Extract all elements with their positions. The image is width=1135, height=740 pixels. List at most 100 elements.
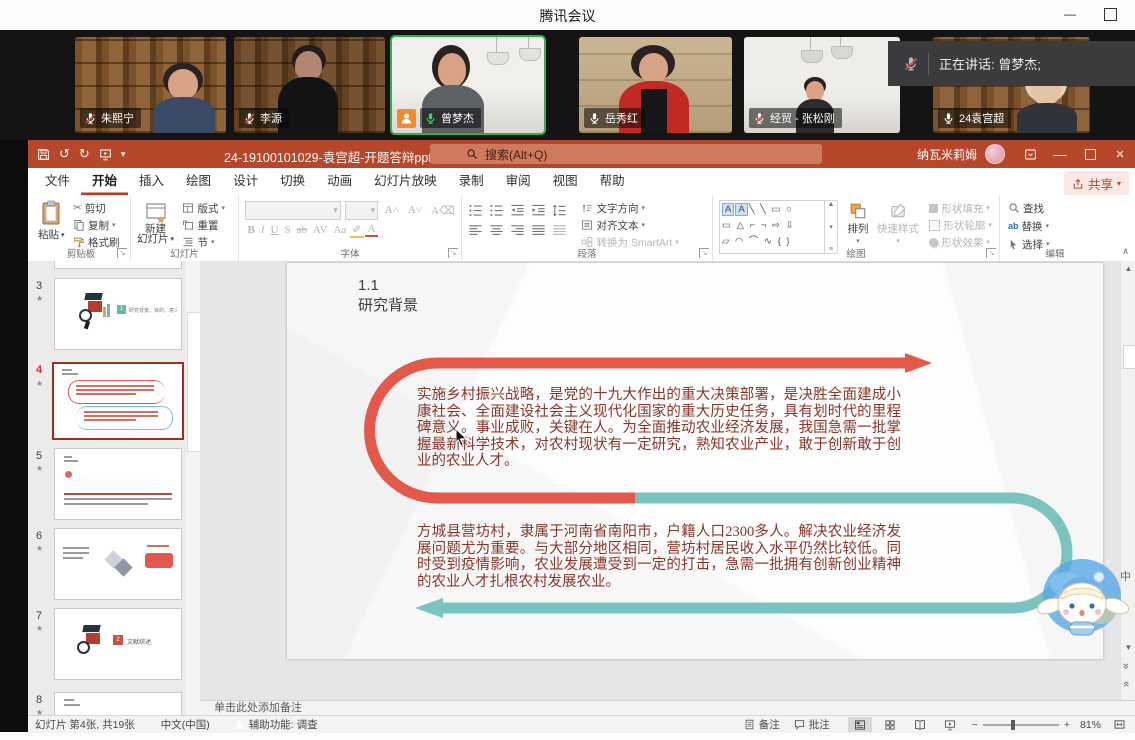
text-direction-button[interactable]: 文字方向▾ bbox=[581, 200, 678, 216]
align-center-icon[interactable] bbox=[489, 223, 504, 238]
notes-toggle[interactable]: 备注 bbox=[744, 717, 780, 732]
ime-pet-sticker[interactable]: * * * 中 bbox=[1036, 544, 1132, 642]
share-button[interactable]: 共享 ▾ bbox=[1064, 171, 1129, 196]
tab-slideshow[interactable]: 幻灯片放映 bbox=[363, 168, 448, 195]
clear-formatting-icon[interactable]: A⌫ bbox=[429, 204, 458, 217]
new-slide-button[interactable]: 新建 幻灯片▾ bbox=[137, 200, 174, 244]
slideshow-icon[interactable] bbox=[99, 148, 112, 161]
shape-fill-button[interactable]: 形状填充▾ bbox=[929, 200, 992, 216]
underline-button[interactable]: U bbox=[268, 224, 281, 236]
thumbnail-slide7[interactable]: 2 文献综述 bbox=[54, 608, 182, 680]
thumbnail-scrollbar[interactable] bbox=[186, 261, 200, 715]
redo-icon[interactable]: ↻ bbox=[79, 146, 90, 162]
quick-styles-button[interactable]: 快速样式 ▾ bbox=[877, 200, 919, 245]
ppt-restore-button[interactable] bbox=[1075, 140, 1105, 168]
customize-quick-access-icon[interactable]: ▾ bbox=[121, 149, 126, 160]
meeting-minimize-button[interactable]: — bbox=[1057, 4, 1083, 24]
slideshow-view-button[interactable] bbox=[938, 717, 962, 732]
increase-font-icon[interactable]: A˄ bbox=[382, 204, 401, 216]
slide-scrollbar-thumb[interactable] bbox=[1123, 345, 1135, 369]
zoom-level[interactable]: 81% bbox=[1080, 719, 1101, 731]
line-spacing-icon[interactable] bbox=[552, 203, 567, 218]
thumbnail-scrollbar-thumb[interactable] bbox=[187, 312, 201, 452]
align-text-button[interactable]: 对齐文本▾ bbox=[581, 217, 678, 233]
increase-indent-icon[interactable] bbox=[531, 203, 546, 218]
zoom-slider-thumb[interactable] bbox=[1011, 720, 1015, 730]
video-tile-liyuan[interactable]: 李源 bbox=[234, 37, 385, 133]
find-button[interactable]: 查找 bbox=[1008, 200, 1050, 216]
search-box[interactable]: 搜索(Alt+Q) bbox=[430, 144, 822, 164]
shape-outline-button[interactable]: 形状轮廓▾ bbox=[929, 217, 992, 233]
reset-button[interactable]: 重置 bbox=[182, 217, 225, 233]
zoom-out-button[interactable]: − bbox=[972, 719, 978, 731]
tab-draw[interactable]: 绘图 bbox=[175, 168, 222, 195]
thumbnail-slide4-selected[interactable] bbox=[52, 362, 184, 440]
accessibility-checker[interactable]: 辅助功能: 调查 bbox=[234, 717, 318, 732]
slide-paragraph-1[interactable]: 实施乡村振兴战略，是党的十九大作出的重大决策部署，是决胜全面建成小康社会、全面建… bbox=[417, 387, 901, 470]
video-tile-zhangsonggang[interactable]: 经贸 - 张松刚 bbox=[744, 37, 900, 133]
dialog-launcher-icon[interactable]: ↘ bbox=[448, 248, 458, 258]
tab-help[interactable]: 帮助 bbox=[589, 168, 636, 195]
previous-slide-button[interactable]: « bbox=[1120, 663, 1132, 669]
tab-animations[interactable]: 动画 bbox=[316, 168, 363, 195]
align-right-icon[interactable] bbox=[510, 223, 525, 238]
tab-design[interactable]: 设计 bbox=[222, 168, 269, 195]
arrange-button[interactable]: 排列 ▾ bbox=[847, 200, 868, 245]
font-color-button[interactable]: A bbox=[365, 223, 378, 237]
decrease-font-icon[interactable]: A˅ bbox=[405, 204, 424, 216]
fit-to-window-button[interactable] bbox=[1107, 717, 1131, 732]
scroll-up-icon[interactable]: ▲ bbox=[1121, 264, 1135, 273]
undo-icon[interactable]: ↺ bbox=[59, 146, 70, 162]
decrease-indent-icon[interactable] bbox=[510, 203, 525, 218]
layout-button[interactable]: 版式▾ bbox=[182, 200, 225, 216]
zoom-in-button[interactable]: + bbox=[1064, 719, 1070, 731]
paste-button[interactable]: 粘贴▾ bbox=[38, 200, 65, 242]
zoom-slider[interactable] bbox=[983, 724, 1059, 726]
ppt-minimize-button[interactable]: — bbox=[1045, 140, 1075, 168]
thumbnail-slide5[interactable] bbox=[54, 448, 182, 520]
columns-icon[interactable] bbox=[552, 223, 567, 238]
slide-sorter-button[interactable] bbox=[878, 717, 902, 732]
bold-button[interactable]: B bbox=[245, 224, 257, 236]
account-name[interactable]: 纳瓦米莉姆 bbox=[917, 146, 977, 163]
tab-file[interactable]: 文件 bbox=[34, 168, 81, 195]
dialog-launcher-icon[interactable]: ↘ bbox=[117, 248, 127, 258]
highlight-color-button[interactable]: ✐ bbox=[350, 223, 364, 238]
thumbnail-slide8-partial[interactable] bbox=[54, 692, 182, 715]
font-size-combo[interactable]: ▾ bbox=[345, 201, 378, 220]
character-spacing-button[interactable]: AV bbox=[310, 224, 329, 236]
dialog-launcher-icon[interactable]: ↘ bbox=[986, 248, 996, 258]
tab-view[interactable]: 视图 bbox=[542, 168, 589, 195]
italic-button[interactable]: I bbox=[258, 224, 267, 236]
comments-toggle[interactable]: 批注 bbox=[794, 717, 830, 732]
thumbnail-slide2-partial[interactable] bbox=[54, 261, 182, 269]
tab-review[interactable]: 审阅 bbox=[495, 168, 542, 195]
dialog-launcher-icon[interactable]: ↘ bbox=[699, 248, 709, 258]
avatar[interactable] bbox=[985, 144, 1005, 164]
ribbon-display-options-icon[interactable] bbox=[1015, 140, 1045, 168]
cut-button[interactable]: ✂剪切 bbox=[73, 200, 120, 216]
reading-view-button[interactable] bbox=[908, 717, 932, 732]
save-icon[interactable] bbox=[37, 148, 50, 161]
align-left-icon[interactable] bbox=[468, 223, 483, 238]
tab-record[interactable]: 录制 bbox=[448, 168, 495, 195]
normal-view-button[interactable] bbox=[848, 717, 872, 732]
copy-button[interactable]: 复制▾ bbox=[73, 217, 120, 233]
thumbnail-slide6[interactable] bbox=[54, 528, 182, 600]
notes-pane[interactable]: 单击此处添加备注 bbox=[200, 700, 1135, 716]
language-indicator[interactable]: 中文(中国) bbox=[161, 717, 210, 732]
strikethrough-button[interactable]: ab bbox=[294, 224, 309, 236]
collapse-ribbon-icon[interactable]: ∧ bbox=[1122, 246, 1129, 257]
meeting-maximize-button[interactable] bbox=[1104, 8, 1117, 21]
replace-button[interactable]: ab替换▾ bbox=[1008, 218, 1050, 234]
slide-canvas[interactable]: 1.1 研究背景 实施乡村振兴战略，是党的十九大作出的重大决策部署，是决胜全面建… bbox=[287, 263, 1103, 659]
tab-home[interactable]: 开始 bbox=[81, 168, 128, 195]
slide-paragraph-2[interactable]: 方城县营坊村，隶属于河南省南阳市，户籍人口2300多人。解决农业经济发展问题尤为… bbox=[417, 524, 901, 590]
font-name-combo[interactable]: ▾ bbox=[245, 201, 341, 220]
change-case-button[interactable]: Aa bbox=[331, 224, 349, 236]
video-tile-yuexiuhong[interactable]: 岳秀红 bbox=[579, 37, 732, 133]
thumbnail-slide3[interactable]: 1 研究背景、目的、意义 bbox=[54, 278, 182, 350]
text-shadow-button[interactable]: S bbox=[282, 224, 293, 236]
video-tile-zengmengjie[interactable]: 曾梦杰 bbox=[392, 37, 544, 133]
ppt-close-button[interactable]: × bbox=[1105, 140, 1135, 168]
